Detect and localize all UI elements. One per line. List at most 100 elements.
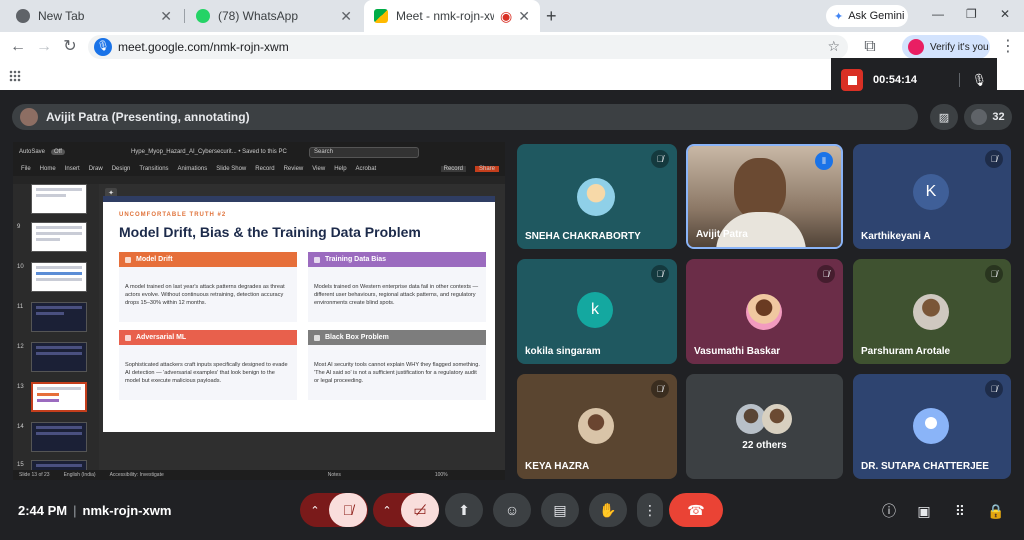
apps-grid-icon[interactable] — [9, 70, 21, 82]
close-window-icon[interactable]: ✕ — [1000, 7, 1010, 21]
site-info-icon[interactable]: 🎙 — [94, 38, 112, 56]
captions-button[interactable]: ▤ — [541, 493, 579, 527]
tab-search-icon[interactable]: ⧉ — [860, 37, 880, 57]
participant-photo — [913, 294, 949, 330]
microphone-icon[interactable]: 🎙 — [958, 73, 987, 87]
gemini-icon: ✦ — [834, 10, 844, 23]
camera-options-chevron-icon[interactable]: ⌃ — [373, 504, 401, 517]
mic-off-icon: 🎙̸ — [985, 150, 1003, 168]
thumbnail-8[interactable] — [17, 184, 93, 214]
chat-icon[interactable]: ▣ — [913, 500, 935, 522]
stop-recording-button[interactable] — [841, 69, 863, 91]
hang-up-icon: ☎ — [687, 501, 705, 518]
thumbnail-14[interactable]: 14 — [17, 422, 93, 452]
participant-avatar: K — [913, 174, 949, 210]
picture-off-icon: ▨ — [938, 111, 950, 124]
speaker-face — [734, 158, 786, 220]
ask-gemini-button[interactable]: ✦ Ask Gemini — [826, 5, 908, 27]
more-options-button[interactable]: ⋮ — [637, 493, 663, 527]
thumbnail-12[interactable]: 12 — [17, 342, 93, 372]
default-avatar-icon — [913, 408, 949, 444]
thumbnail-10[interactable]: 10 — [17, 262, 93, 292]
mic-off-icon: 🎙̸ — [985, 265, 1003, 283]
camera-control: ⌃ ▭̸ — [373, 493, 439, 527]
thumbnail-11[interactable]: 11 — [17, 302, 93, 332]
participant-tile[interactable]: 🎙̸ Parshuram Arotale — [853, 259, 1011, 364]
ppt-title-bar: AutoSave Off Hype_Myop_Hazard_AI_Cyberse… — [13, 142, 505, 162]
participant-tile[interactable]: 🎙̸ Vasumathi Baskar — [686, 259, 843, 364]
tab-new-tab[interactable]: New Tab ✕ — [6, 0, 182, 32]
others-tile[interactable]: 22 others — [686, 374, 843, 479]
mic-off-icon: 🎙̸ — [651, 150, 669, 168]
card-adversarial-ml: Adversarial ML Sophisticated attackers c… — [119, 330, 297, 400]
participant-photo — [746, 294, 782, 330]
address-bar[interactable]: 🎙 meet.google.com/nmk-rojn-xwm ☆ — [88, 35, 848, 59]
participant-tile[interactable]: k 🎙̸ kokila singaram — [517, 259, 677, 364]
host-controls-icon[interactable]: 🔒 — [985, 500, 1007, 522]
participant-photo — [577, 178, 615, 216]
browser-tab-strip: New Tab ✕ (78) WhatsApp ✕ Meet - nmk-roj… — [0, 0, 1024, 32]
whatsapp-icon — [196, 9, 210, 23]
close-tab-icon[interactable]: ✕ — [160, 8, 172, 25]
reactions-button[interactable]: ☺ — [493, 493, 531, 527]
participants-button[interactable]: 32 — [964, 104, 1012, 130]
recording-timer: 00:54:14 — [873, 74, 918, 86]
ppt-status-bar: Slide 13 of 23 English (India) Accessibi… — [13, 470, 505, 480]
activities-icon[interactable]: ⠿ — [949, 500, 971, 522]
leave-call-button[interactable]: ☎ — [669, 493, 723, 527]
ppt-share-button[interactable]: Share — [474, 166, 499, 172]
present-screen-button[interactable]: ⬆ — [445, 493, 483, 527]
reload-icon[interactable]: ↻ — [60, 37, 80, 57]
participant-tile[interactable]: K 🎙̸ Karthikeyani A — [853, 144, 1011, 249]
ppt-menu-bar: File Home Insert Draw Design Transitions… — [13, 162, 505, 176]
emoji-icon: ☺ — [504, 502, 520, 518]
card-icon — [125, 256, 131, 263]
meeting-code: nmk-rojn-xwm — [82, 503, 172, 518]
meeting-info: 2:44 PM | nmk-rojn-xwm — [18, 503, 172, 518]
participant-photo — [578, 408, 614, 444]
participant-tile-speaking[interactable]: ⦀ Avijit Patra — [686, 144, 843, 249]
participant-tile[interactable]: 🎙̸ SNEHA CHAKRABORTY — [517, 144, 677, 249]
close-tab-icon[interactable]: ✕ — [340, 8, 352, 25]
participant-avatar: k — [577, 292, 613, 328]
thumbnail-13[interactable]: 13 — [17, 382, 93, 412]
autosave-toggle[interactable]: Off — [51, 149, 65, 155]
chrome-icon — [16, 9, 30, 23]
raise-hand-button[interactable]: ✋ — [589, 493, 627, 527]
microphone-control: ⌃ 🎙̸ — [300, 493, 368, 527]
tab-meet[interactable]: Meet - nmk-rojn-xwm ◉ ✕ — [364, 0, 540, 32]
restore-icon[interactable]: ❐ — [966, 7, 977, 21]
tab-separator — [184, 9, 185, 23]
profile-avatar — [908, 39, 924, 55]
bookmark-star-icon[interactable]: ☆ — [827, 38, 840, 55]
mic-options-chevron-icon[interactable]: ⌃ — [301, 504, 329, 517]
ppt-search-input[interactable]: Search — [309, 147, 419, 158]
minimize-icon[interactable]: — — [932, 7, 944, 21]
verify-identity-button[interactable]: Verify it's you — [902, 35, 990, 59]
more-menu-icon[interactable]: ⋮ — [998, 37, 1018, 57]
new-tab-button[interactable]: + — [546, 6, 557, 27]
hide-presentation-button[interactable]: ▨ — [930, 104, 958, 130]
slide-title: Model Drift, Bias & the Training Data Pr… — [119, 224, 421, 240]
tab-whatsapp[interactable]: (78) WhatsApp ✕ — [186, 0, 362, 32]
more-vert-icon: ⋮ — [643, 501, 657, 518]
camera-off-button[interactable]: ▭̸ — [401, 493, 439, 527]
participant-tile[interactable]: 🎙̸ KEYA HAZRA — [517, 374, 677, 479]
forward-arrow-icon[interactable]: → — [34, 37, 54, 57]
meeting-details-icon[interactable]: ⓘ — [878, 500, 900, 522]
close-tab-icon[interactable]: ✕ — [518, 8, 530, 25]
meet-icon — [374, 9, 388, 23]
thumbnail-9[interactable]: 9 — [17, 222, 93, 252]
captions-icon: ▤ — [553, 501, 567, 518]
card-training-data-bias: Training Data Bias Models trained on Wes… — [308, 252, 486, 322]
current-slide: UNCOMFORTABLE TRUTH #2 Model Drift, Bias… — [103, 196, 495, 432]
ppt-record-button[interactable]: Record — [440, 166, 466, 172]
card-model-drift: Model Drift A model trained on last year… — [119, 252, 297, 322]
mic-off-button[interactable]: 🎙̸ — [329, 493, 367, 527]
hand-icon: ✋ — [599, 501, 617, 518]
thumbnail-15[interactable]: 15 — [17, 460, 93, 470]
speaking-indicator-icon: ⦀ — [815, 152, 833, 170]
card-black-box-problem: Black Box Problem Most AI security tools… — [308, 330, 486, 400]
back-arrow-icon[interactable]: ← — [8, 37, 28, 57]
participant-tile[interactable]: 🎙̸ DR. SUTAPA CHATTERJEE — [853, 374, 1011, 479]
